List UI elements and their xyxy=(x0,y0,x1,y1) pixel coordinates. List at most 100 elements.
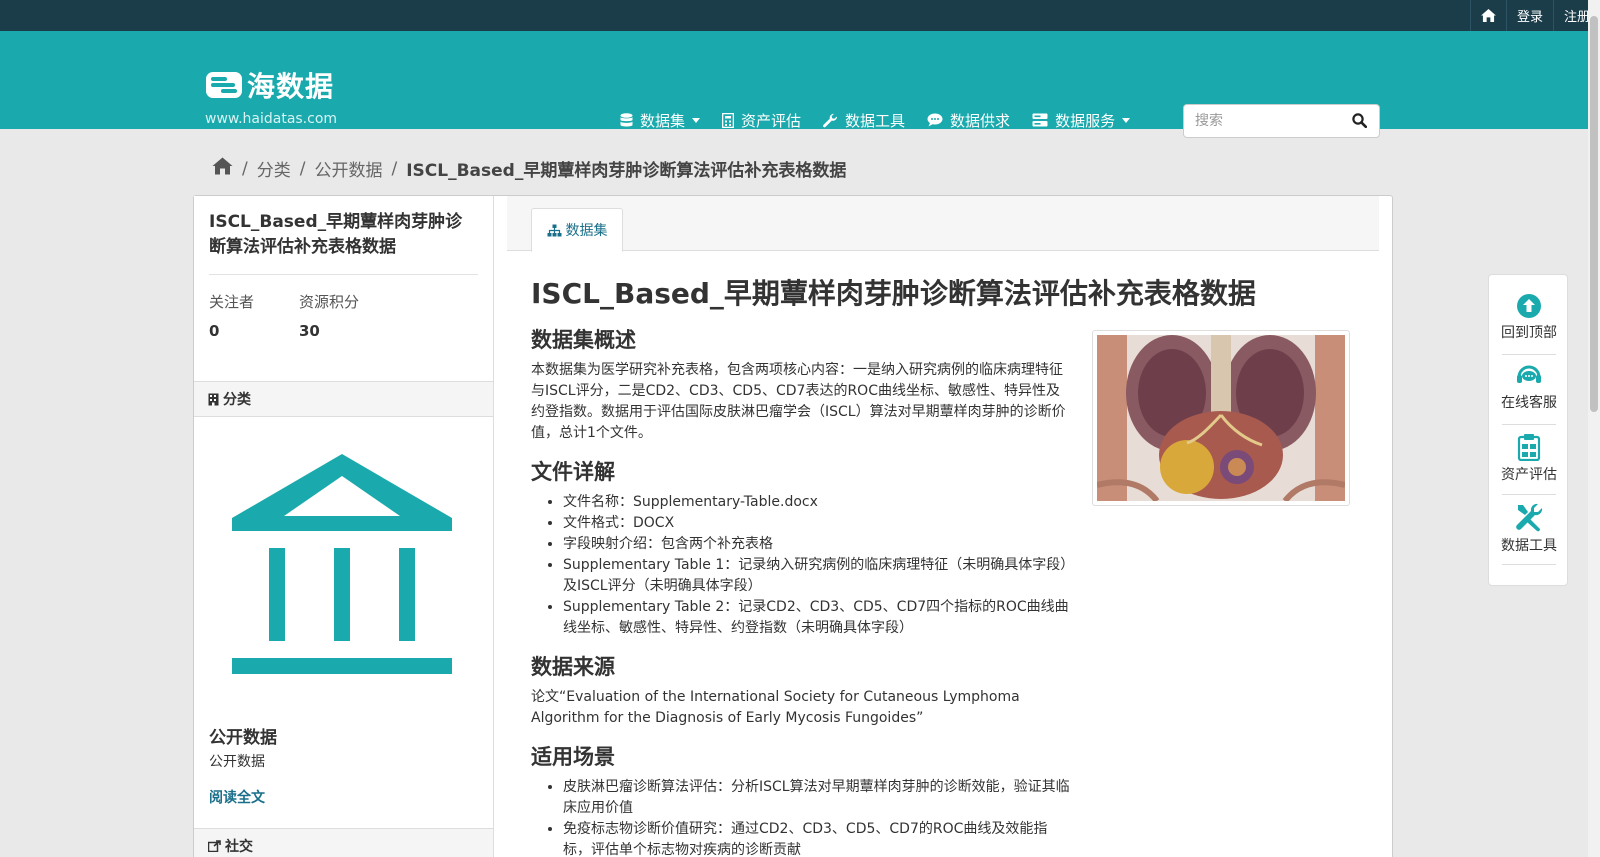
breadcrumb-current: ISCL_Based_早期蕈样肉芽肿诊断算法评估补充表格数据 xyxy=(406,161,847,181)
list-item: 免疫标志物诊断价值研究：通过CD2、CD3、CD5、CD7的ROC曲线及效能指标… xyxy=(563,819,1071,857)
divider xyxy=(1502,354,1556,355)
database-icon xyxy=(620,112,633,126)
dataset-thumbnail xyxy=(1092,330,1350,506)
social-section-heading: 社交 xyxy=(194,828,493,857)
content-tabs: 数据集 xyxy=(507,196,1379,252)
breadcrumb-separator: / xyxy=(242,158,248,179)
source-section: 数据来源 论文“Evaluation of the International … xyxy=(531,651,1071,729)
files-list: 文件名称：Supplementary-Table.docx 文件格式：DOCX … xyxy=(531,492,1071,639)
building-icon xyxy=(208,393,219,405)
nav-item-datasets[interactable]: 数据集 xyxy=(620,110,701,131)
points-stat: 资源积分 30 xyxy=(299,291,389,340)
search-box xyxy=(1183,104,1380,138)
overview-text: 本数据集为医学研究补充表格，包含两项核心内容：一是纳入研究病例的临床病理特征与I… xyxy=(531,362,1066,441)
breadcrumb-separator: / xyxy=(299,158,306,179)
dataset-stats: 关注者 0 资源积分 30 xyxy=(194,275,493,340)
logo-icon xyxy=(206,72,242,98)
list-item: 皮肤淋巴瘤诊断算法评估：分析ISCL算法对早期蕈样肉芽肿的诊断效能，验证其临床应… xyxy=(563,777,1071,819)
chevron-down-icon xyxy=(692,117,701,123)
login-link[interactable]: 登录 xyxy=(1505,0,1553,31)
list-item: 文件名称：Supplementary-Table.docx xyxy=(563,492,1071,513)
nav-item-asset-eval[interactable]: 资产评估 xyxy=(722,110,801,131)
anatomy-illustration xyxy=(1097,335,1345,501)
top-account-links: 登录 注册 xyxy=(1469,0,1600,31)
nav-label-data-services: 数据服务 xyxy=(1055,111,1116,130)
breadcrumb-category[interactable]: 分类 xyxy=(257,156,291,181)
brand-url: www.haidatas.com xyxy=(205,111,338,127)
asset-eval-button[interactable]: 资产评估 xyxy=(1489,433,1569,484)
points-label: 资源积分 xyxy=(299,293,360,311)
breadcrumb-home[interactable] xyxy=(212,157,233,180)
nav-label-datasets: 数据集 xyxy=(640,111,686,130)
category-heading-label: 分类 xyxy=(223,392,251,408)
site-header: 海数据 www.haidatas.com 数据集 资产评估 数据工具 数据供求 … xyxy=(0,31,1600,138)
source-text: 论文“Evaluation of the International Socie… xyxy=(531,689,1020,726)
divider xyxy=(1502,424,1556,425)
home-icon xyxy=(1481,9,1496,22)
divider xyxy=(1502,564,1556,565)
organization-name: 公开数据 xyxy=(209,728,277,748)
chat-icon xyxy=(927,113,943,127)
dataset-title: ISCL_Based_早期蕈样肉芽肿诊断算法评估补充表格数据 xyxy=(531,277,1256,310)
list-item: 字段映射介绍：包含两个补充表格 xyxy=(563,534,1071,555)
arrow-up-circle-icon xyxy=(1517,294,1541,318)
usage-heading: 适用场景 xyxy=(531,745,615,769)
list-item: Supplementary Table 2：记录CD2、CD3、CD5、CD7四… xyxy=(563,597,1071,639)
clipboard-icon xyxy=(1517,434,1541,461)
overview-section: 数据集概述 本数据集为医学研究补充表格，包含两项核心内容：一是纳入研究病例的临床… xyxy=(531,324,1071,444)
breadcrumb-public-data[interactable]: 公开数据 xyxy=(314,156,382,181)
usage-section: 适用场景 皮肤淋巴瘤诊断算法评估：分析ISCL算法对早期蕈样肉芽肿的诊断效能，验… xyxy=(531,741,1071,857)
share-icon xyxy=(208,840,221,852)
nav-label-supply-demand: 数据供求 xyxy=(950,111,1011,130)
wrench-icon xyxy=(823,113,838,127)
data-tools-label: 数据工具 xyxy=(1501,538,1557,554)
files-heading: 文件详解 xyxy=(531,460,615,484)
server-icon xyxy=(1032,113,1048,127)
online-service-button[interactable]: 在线客服 xyxy=(1489,363,1569,412)
followers-value: 0 xyxy=(209,322,220,340)
main-panel: ISCL_Based_早期蕈样肉芽肿诊断算法评估补充表格数据 关注者 0 资源积… xyxy=(193,195,1393,857)
headset-icon xyxy=(1517,365,1541,383)
top-strip: 登录 注册 xyxy=(0,0,1600,31)
chevron-down-icon xyxy=(1122,117,1131,123)
nav-label-data-tools: 数据工具 xyxy=(845,111,906,130)
read-more-link[interactable]: 阅读全文 xyxy=(209,787,265,807)
search-button[interactable] xyxy=(1352,113,1368,132)
back-to-top-button[interactable]: 回到顶部 xyxy=(1489,293,1569,342)
back-to-top-label: 回到顶部 xyxy=(1501,325,1557,341)
search-icon xyxy=(1352,113,1368,129)
category-section-heading: 分类 xyxy=(194,381,493,417)
social-heading-label: 社交 xyxy=(225,839,253,855)
nav-item-supply-demand[interactable]: 数据供求 xyxy=(927,110,1010,131)
divider xyxy=(1502,494,1556,495)
tools-icon xyxy=(1516,503,1543,532)
page-scrollbar[interactable] xyxy=(1588,0,1600,857)
calculator-icon xyxy=(722,112,735,128)
list-item: Supplementary Table 1：记录纳入研究病例的临床病理特征（未明… xyxy=(563,555,1071,597)
followers-stat: 关注者 0 xyxy=(209,291,299,340)
logo-mark: 海数据 xyxy=(205,65,337,105)
breadcrumb-separator: / xyxy=(391,158,398,179)
points-value: 30 xyxy=(299,322,320,340)
home-icon xyxy=(212,157,233,175)
files-section: 文件详解 文件名称：Supplementary-Table.docx 文件格式：… xyxy=(531,456,1071,639)
site-logo[interactable]: 海数据 www.haidatas.com xyxy=(205,65,337,127)
nav-item-data-tools[interactable]: 数据工具 xyxy=(823,110,905,131)
tab-dataset-label: 数据集 xyxy=(565,223,608,239)
institution-icon xyxy=(232,454,452,680)
list-item: 文件格式：DOCX xyxy=(563,513,1071,534)
dataset-description: 数据集概述 本数据集为医学研究补充表格，包含两项核心内容：一是纳入研究病例的临床… xyxy=(531,324,1071,857)
scrollbar-thumb[interactable] xyxy=(1590,16,1598,412)
tab-dataset[interactable]: 数据集 xyxy=(531,208,623,252)
source-heading: 数据来源 xyxy=(531,655,615,679)
home-link[interactable] xyxy=(1469,0,1506,31)
data-tools-button[interactable]: 数据工具 xyxy=(1489,502,1569,555)
search-input[interactable] xyxy=(1184,106,1334,136)
brand-name: 海数据 xyxy=(247,70,335,103)
usage-list: 皮肤淋巴瘤诊断算法评估：分析ISCL算法对早期蕈样肉芽肿的诊断效能，验证其临床应… xyxy=(531,777,1071,857)
online-service-label: 在线客服 xyxy=(1501,395,1557,411)
organization-description: 公开数据 xyxy=(209,754,265,770)
nav-item-data-services[interactable]: 数据服务 xyxy=(1032,110,1131,131)
asset-eval-label: 资产评估 xyxy=(1501,467,1557,483)
dataset-content: 数据集 ISCL_Based_早期蕈样肉芽肿诊断算法评估补充表格数据 数据集概述… xyxy=(495,196,1392,857)
